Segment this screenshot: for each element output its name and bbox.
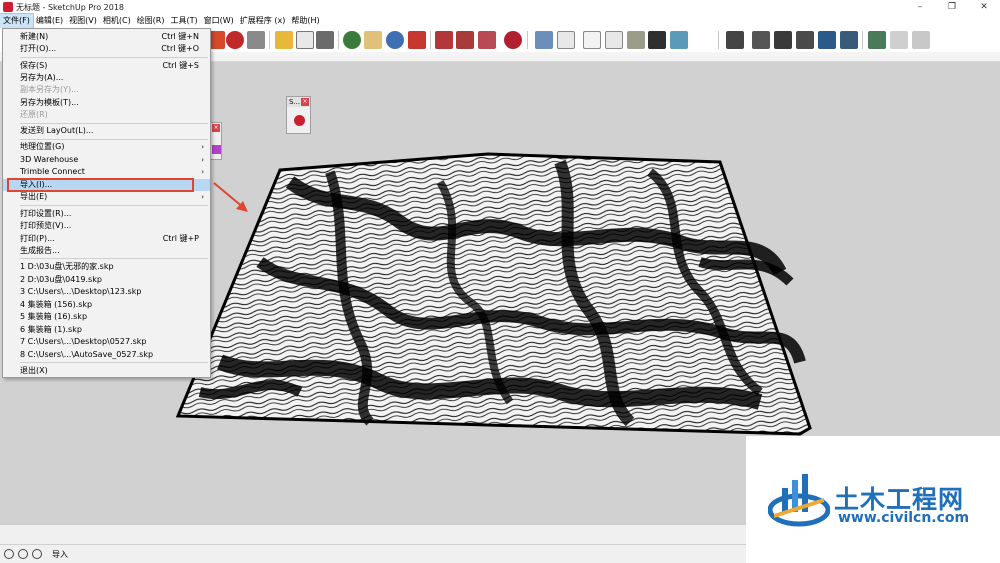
menu-window[interactable]: 窗口(W) (201, 14, 237, 28)
menu-view[interactable]: 视图(V) (66, 14, 100, 28)
menu-item-save-as[interactable]: 另存为(A)... (3, 72, 210, 84)
menu-file[interactable]: 文件(F) (0, 13, 34, 29)
photo-textures-icon[interactable] (912, 31, 930, 49)
menu-item-open[interactable]: 打开(O)... Ctrl 键+O (3, 43, 210, 55)
floating-panel-partial[interactable]: × (210, 122, 222, 160)
menu-item-send-to-layout[interactable]: 发送到 LayOut(L)... (3, 125, 210, 137)
menu-item-exit[interactable]: 退出(X) (3, 365, 210, 377)
add-location-icon[interactable] (868, 31, 886, 49)
import-highlight-box (7, 178, 194, 192)
panel-close-button[interactable]: × (301, 98, 309, 106)
sketchup-app-icon (3, 2, 13, 12)
menu-item-export[interactable]: 导出(E) › (3, 191, 210, 203)
recent-file-item[interactable]: 6 集装箱 (1).skp (3, 324, 210, 336)
style-icon[interactable] (212, 145, 221, 154)
recent-file-item[interactable]: 8 C:\Users\...\AutoSave_0527.skp (3, 349, 210, 361)
tape-measure-icon[interactable] (275, 31, 293, 49)
help-icon[interactable] (32, 549, 42, 559)
menu-item-print-preview[interactable]: 打印预览(V)... (3, 220, 210, 232)
pan-icon[interactable] (364, 31, 382, 49)
zoom-extents-icon[interactable] (408, 31, 426, 49)
recent-file-item[interactable]: 4 集装箱 (156).skp (3, 299, 210, 311)
recent-file-item[interactable]: 7 C:\Users\...\Desktop\0527.skp (3, 336, 210, 348)
civilcn-logo-icon (768, 474, 830, 527)
iso-view-icon[interactable] (535, 31, 553, 49)
menu-item-new[interactable]: 新建(N) Ctrl 键+N (3, 31, 210, 43)
toggle-terrain-icon[interactable] (890, 31, 908, 49)
recent-file-item[interactable]: 2 D:\03u盘\0419.skp (3, 274, 210, 286)
close-button[interactable]: ✕ (968, 0, 1000, 14)
menu-extensions[interactable]: 扩展程序 (x) (237, 14, 289, 28)
annotation-arrow (213, 182, 248, 212)
status-text: 导入 (52, 549, 68, 559)
wireframe-icon[interactable] (583, 31, 601, 49)
recent-file-item[interactable]: 1 D:\03u盘\无邪的家.skp (3, 261, 210, 273)
menu-camera[interactable]: 相机(C) (100, 14, 134, 28)
scale-tool-icon[interactable] (247, 31, 265, 49)
solid-union-icon[interactable] (774, 31, 792, 49)
solid-intersect-icon[interactable] (752, 31, 770, 49)
orbit-icon[interactable] (343, 31, 361, 49)
menu-item-print-setup[interactable]: 打印设置(R)... (3, 208, 210, 220)
menu-item-save[interactable]: 保存(S) Ctrl 键+S (3, 60, 210, 72)
top-view-icon[interactable] (557, 31, 575, 49)
text-tool-icon[interactable] (296, 31, 314, 49)
menu-bar: 文件(F) 编辑(E) 视图(V) 相机(C) 绘图(R) 工具(T) 窗口(W… (0, 13, 1000, 29)
recent-file-item[interactable]: 3 C:\Users\...\Desktop\123.skp (3, 286, 210, 298)
floating-toolbar-panel[interactable]: S... × (286, 96, 311, 134)
menu-item-generate-report[interactable]: 生成报告... (3, 245, 210, 257)
components-icon[interactable] (456, 31, 474, 49)
zoom-icon[interactable] (386, 31, 404, 49)
menu-item-trimble-connect[interactable]: Trimble Connect › (3, 166, 210, 178)
menu-help[interactable]: 帮助(H) (288, 14, 322, 28)
title-bar: 无标题 - SketchUp Pro 2018 – ❐ ✕ (0, 0, 1000, 14)
solid-split-icon[interactable] (840, 31, 858, 49)
menu-item-revert: 还原(R) (20, 110, 48, 119)
shaded-textures-icon[interactable] (648, 31, 666, 49)
extension-warehouse-icon[interactable] (294, 115, 305, 126)
watermark-url: www.civilcn.com (838, 510, 970, 526)
menu-item-save-copy-as: 副本另存为(Y)... (20, 85, 79, 94)
minimize-button[interactable]: – (904, 0, 936, 14)
maximize-button[interactable]: ❐ (936, 0, 968, 14)
solid-trim-icon[interactable] (818, 31, 836, 49)
paint-bucket-icon[interactable] (316, 31, 334, 49)
extension-warehouse-icon[interactable] (504, 31, 522, 49)
credits-icon[interactable] (18, 549, 28, 559)
window-title: 无标题 - SketchUp Pro 2018 (16, 2, 124, 12)
site-watermark: 土木工程网 www.civilcn.com (746, 436, 1000, 563)
menu-draw[interactable]: 绘图(R) (134, 14, 168, 28)
menu-item-geo-location[interactable]: 地理位置(G) › (3, 141, 210, 153)
menu-edit[interactable]: 编辑(E) (33, 14, 66, 28)
shaded-icon[interactable] (627, 31, 645, 49)
solid-outer-shell-icon[interactable] (726, 31, 744, 49)
warehouse-icon[interactable] (435, 31, 453, 49)
solid-subtract-icon[interactable] (796, 31, 814, 49)
recent-file-item[interactable]: 5 集装箱 (16).skp (3, 311, 210, 323)
monochrome-icon[interactable] (670, 31, 688, 49)
menu-item-3d-warehouse[interactable]: 3D Warehouse › (3, 154, 210, 166)
menu-item-save-as-template[interactable]: 另存为模板(T)... (3, 97, 210, 109)
rotate-tool-icon[interactable] (226, 31, 244, 49)
menu-tools[interactable]: 工具(T) (168, 14, 201, 28)
hidden-line-icon[interactable] (605, 31, 623, 49)
geo-location-icon[interactable] (4, 549, 14, 559)
share-model-icon[interactable] (478, 31, 496, 49)
menu-item-print[interactable]: 打印(P)... Ctrl 键+P (3, 233, 210, 245)
file-menu-dropdown: 新建(N) Ctrl 键+N 打开(O)... Ctrl 键+O 保存(S) Ctrl… (2, 28, 211, 378)
panel-close-button[interactable]: × (212, 124, 220, 132)
